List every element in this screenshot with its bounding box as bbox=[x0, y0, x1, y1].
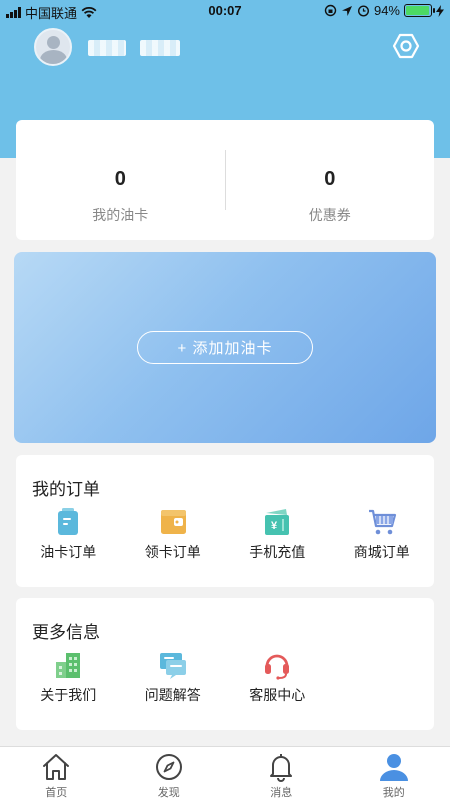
more-info-section: 更多信息 关于我们 问题解答 客服中心 bbox=[16, 598, 434, 730]
location-arrow-icon bbox=[341, 5, 352, 16]
customer-service-label: 客服中心 bbox=[249, 687, 306, 703]
coupon-count: 0 bbox=[324, 168, 336, 190]
bottom-tab-bar: 首页 发现 消息 我的 bbox=[0, 746, 450, 800]
faq-label: 问题解答 bbox=[144, 687, 201, 703]
more-info-grid: 关于我们 问题解答 客服中心 bbox=[16, 650, 434, 705]
my-oil-cards-stat[interactable]: 0 我的油卡 bbox=[16, 120, 225, 240]
lock-rotation-icon bbox=[324, 4, 337, 17]
more-info-title: 更多信息 bbox=[32, 623, 100, 642]
customer-service-item[interactable]: 客服中心 bbox=[225, 650, 330, 705]
compass-icon bbox=[155, 754, 182, 780]
tab-messages[interactable]: 消息 bbox=[225, 747, 338, 800]
headset-icon bbox=[265, 654, 290, 680]
buildings-icon bbox=[56, 653, 81, 678]
orders-grid: 油卡订单 领卡订单 ¥ 手机充值 商城订单 bbox=[16, 507, 434, 562]
coupons-stat[interactable]: 0 优惠券 bbox=[226, 120, 435, 240]
hexagon-settings-icon[interactable] bbox=[392, 32, 420, 60]
faq-item[interactable]: 问题解答 bbox=[121, 650, 226, 705]
oil-card-banner: + 添加加油卡 bbox=[14, 252, 436, 443]
orders-title: 我的订单 bbox=[32, 480, 100, 499]
card-claim-order-label: 领卡订单 bbox=[144, 544, 201, 560]
home-icon bbox=[43, 754, 70, 780]
username-redacted bbox=[88, 40, 126, 56]
shopping-cart-icon bbox=[368, 509, 396, 535]
battery-percent: 94% bbox=[373, 3, 400, 18]
add-oil-card-button[interactable]: + 添加加油卡 bbox=[137, 331, 313, 364]
about-us-label: 关于我们 bbox=[40, 687, 97, 703]
profile-icon bbox=[379, 754, 408, 781]
stats-card: 0 我的油卡 0 优惠券 bbox=[16, 120, 434, 240]
bell-icon bbox=[270, 754, 293, 782]
mall-order-label: 商城订单 bbox=[353, 544, 410, 560]
status-bar: 中国联通 00:07 94% bbox=[0, 0, 450, 22]
tab-discover-label: 发现 bbox=[157, 787, 180, 799]
tab-messages-label: 消息 bbox=[270, 787, 293, 799]
fuel-card-order-item[interactable]: 油卡订单 bbox=[16, 507, 121, 562]
battery-icon bbox=[404, 4, 435, 17]
wallet-card-icon bbox=[160, 510, 186, 534]
username-redacted-2 bbox=[140, 40, 180, 56]
oil-card-count: 0 bbox=[114, 168, 126, 190]
phone-recharge-icon: ¥ bbox=[265, 509, 290, 535]
tab-discover[interactable]: 发现 bbox=[113, 747, 226, 800]
tab-mine[interactable]: 我的 bbox=[338, 747, 450, 800]
charging-bolt-icon bbox=[436, 4, 444, 17]
phone-recharge-label: 手机充值 bbox=[249, 544, 306, 560]
my-orders-section: 我的订单 油卡订单 领卡订单 ¥ 手机充值 商城订单 bbox=[16, 455, 434, 587]
status-right: 94% bbox=[324, 3, 444, 18]
tab-mine-label: 我的 bbox=[382, 787, 405, 799]
tab-home[interactable]: 首页 bbox=[0, 747, 113, 800]
about-us-item[interactable]: 关于我们 bbox=[16, 650, 121, 705]
battery-level-fill bbox=[406, 6, 429, 15]
mall-order-item[interactable]: 商城订单 bbox=[330, 507, 435, 562]
user-avatar-icon[interactable] bbox=[34, 28, 72, 66]
oil-card-label: 我的油卡 bbox=[92, 207, 149, 223]
fuel-card-order-label: 油卡订单 bbox=[40, 544, 97, 560]
svg-text:¥: ¥ bbox=[271, 520, 278, 532]
alarm-icon bbox=[357, 5, 369, 17]
coupon-label: 优惠券 bbox=[308, 207, 351, 223]
phone-recharge-item[interactable]: ¥ 手机充值 bbox=[225, 507, 330, 562]
faq-chat-icon bbox=[159, 653, 186, 679]
card-claim-order-item[interactable]: 领卡订单 bbox=[121, 507, 226, 562]
tab-home-label: 首页 bbox=[45, 787, 68, 799]
fuel-card-order-icon bbox=[58, 508, 79, 535]
